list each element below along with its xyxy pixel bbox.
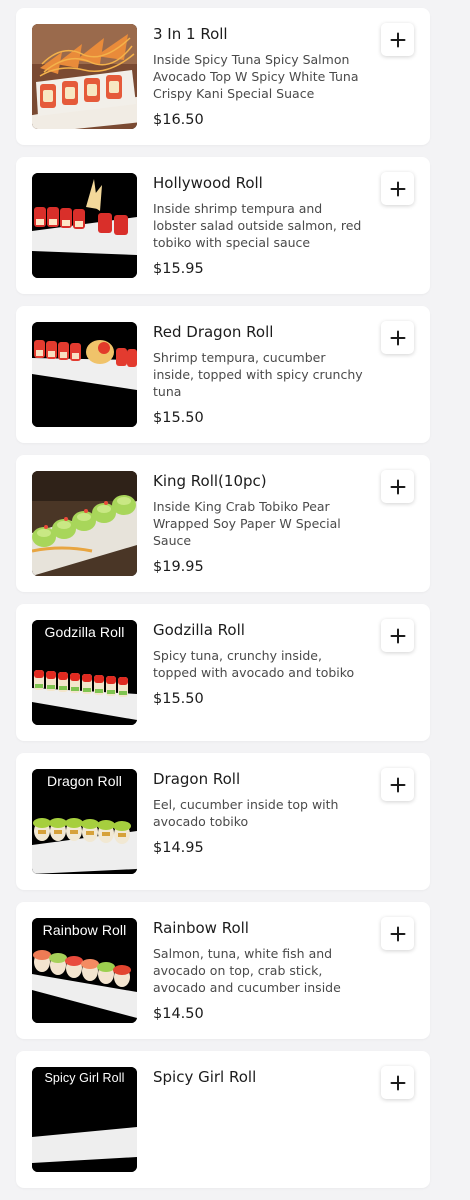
sushi-photo-graphic bbox=[32, 173, 137, 278]
item-name: Spicy Girl Roll bbox=[153, 1068, 257, 1086]
item-description: Inside Spicy Tuna Spicy Salmon Avocado T… bbox=[153, 52, 359, 101]
item-name: Red Dragon Roll bbox=[153, 323, 274, 341]
add-to-cart-button[interactable] bbox=[381, 172, 414, 205]
item-description: Salmon, tuna, white fish and avocado on … bbox=[153, 946, 341, 995]
item-price: $14.50 bbox=[153, 1006, 204, 1022]
item-photo: Dragon Roll bbox=[32, 769, 137, 874]
add-to-cart-button[interactable] bbox=[381, 470, 414, 503]
item-description: Shrimp tempura, cucumber inside, topped … bbox=[153, 350, 363, 399]
item-name: Rainbow Roll bbox=[153, 919, 249, 937]
menu-item-card[interactable]: Hollywood Roll Inside shrimp tempura and… bbox=[16, 157, 430, 294]
sushi-photo-graphic bbox=[32, 24, 137, 129]
item-price: $19.95 bbox=[153, 559, 204, 575]
item-price: $15.95 bbox=[153, 261, 204, 277]
photo-caption: Godzilla Roll bbox=[44, 624, 125, 640]
menu-item-card[interactable]: Godzilla Roll Godzilla Roll Spicy tuna, … bbox=[16, 604, 430, 741]
item-info: Spicy Girl Roll bbox=[153, 1067, 369, 1095]
item-price: $14.95 bbox=[153, 840, 204, 856]
item-name: 3 In 1 Roll bbox=[153, 25, 228, 43]
photo-caption: Rainbow Roll bbox=[42, 922, 127, 938]
item-info: Dragon Roll Eel, cucumber inside top wit… bbox=[153, 769, 369, 858]
item-info: Hollywood Roll Inside shrimp tempura and… bbox=[153, 173, 369, 279]
add-to-cart-button[interactable] bbox=[381, 23, 414, 56]
item-description: Inside King Crab Tobiko Pear Wrapped Soy… bbox=[153, 499, 341, 548]
item-photo bbox=[32, 173, 137, 278]
plus-icon bbox=[390, 926, 405, 941]
menu-item-card[interactable]: Spicy Girl Roll Spicy Girl Roll bbox=[16, 1051, 430, 1188]
plus-icon bbox=[390, 330, 405, 345]
item-name: Hollywood Roll bbox=[153, 174, 263, 192]
item-photo: Godzilla Roll bbox=[32, 620, 137, 725]
item-price: $15.50 bbox=[153, 410, 204, 426]
plus-icon bbox=[390, 1075, 405, 1090]
menu-item-card[interactable]: King Roll(10pc) Inside King Crab Tobiko … bbox=[16, 455, 430, 592]
item-description: Eel, cucumber inside top with avocado to… bbox=[153, 797, 339, 829]
item-description: Inside shrimp tempura and lobster salad … bbox=[153, 201, 362, 250]
item-photo bbox=[32, 24, 137, 129]
item-info: Godzilla Roll Spicy tuna, crunchy inside… bbox=[153, 620, 369, 709]
sushi-photo-graphic bbox=[32, 471, 137, 576]
menu-item-list: 3 In 1 Roll Inside Spicy Tuna Spicy Salm… bbox=[16, 8, 430, 1200]
item-price: $16.50 bbox=[153, 112, 204, 128]
item-info: 3 In 1 Roll Inside Spicy Tuna Spicy Salm… bbox=[153, 24, 369, 130]
item-name: Dragon Roll bbox=[153, 770, 241, 788]
add-to-cart-button[interactable] bbox=[381, 1066, 414, 1099]
item-name: King Roll(10pc) bbox=[153, 472, 267, 490]
menu-item-card[interactable]: Red Dragon Roll Shrimp tempura, cucumber… bbox=[16, 306, 430, 443]
menu-item-card[interactable]: Rainbow Roll Rainbow Roll Salmon, tuna, … bbox=[16, 902, 430, 1039]
item-photo: Spicy Girl Roll bbox=[32, 1067, 137, 1172]
item-info: Red Dragon Roll Shrimp tempura, cucumber… bbox=[153, 322, 369, 428]
photo-caption: Spicy Girl Roll bbox=[44, 1071, 125, 1085]
item-price: $15.50 bbox=[153, 691, 204, 707]
add-to-cart-button[interactable] bbox=[381, 321, 414, 354]
add-to-cart-button[interactable] bbox=[381, 768, 414, 801]
menu-item-card[interactable]: 3 In 1 Roll Inside Spicy Tuna Spicy Salm… bbox=[16, 8, 430, 145]
item-photo: Rainbow Roll bbox=[32, 918, 137, 1023]
item-photo bbox=[32, 322, 137, 427]
plus-icon bbox=[390, 181, 405, 196]
plus-icon bbox=[390, 32, 405, 47]
add-to-cart-button[interactable] bbox=[381, 619, 414, 652]
plus-icon bbox=[390, 777, 405, 792]
item-info: King Roll(10pc) Inside King Crab Tobiko … bbox=[153, 471, 369, 577]
menu-item-card[interactable]: Dragon Roll Dragon Roll Eel, cucumber in… bbox=[16, 753, 430, 890]
item-description: Spicy tuna, crunchy inside, topped with … bbox=[153, 648, 355, 680]
photo-caption: Dragon Roll bbox=[46, 773, 123, 789]
item-photo bbox=[32, 471, 137, 576]
item-name: Godzilla Roll bbox=[153, 621, 245, 639]
add-to-cart-button[interactable] bbox=[381, 917, 414, 950]
plus-icon bbox=[390, 628, 405, 643]
item-info: Rainbow Roll Salmon, tuna, white fish an… bbox=[153, 918, 369, 1024]
sushi-photo-graphic bbox=[32, 322, 137, 427]
plus-icon bbox=[390, 479, 405, 494]
